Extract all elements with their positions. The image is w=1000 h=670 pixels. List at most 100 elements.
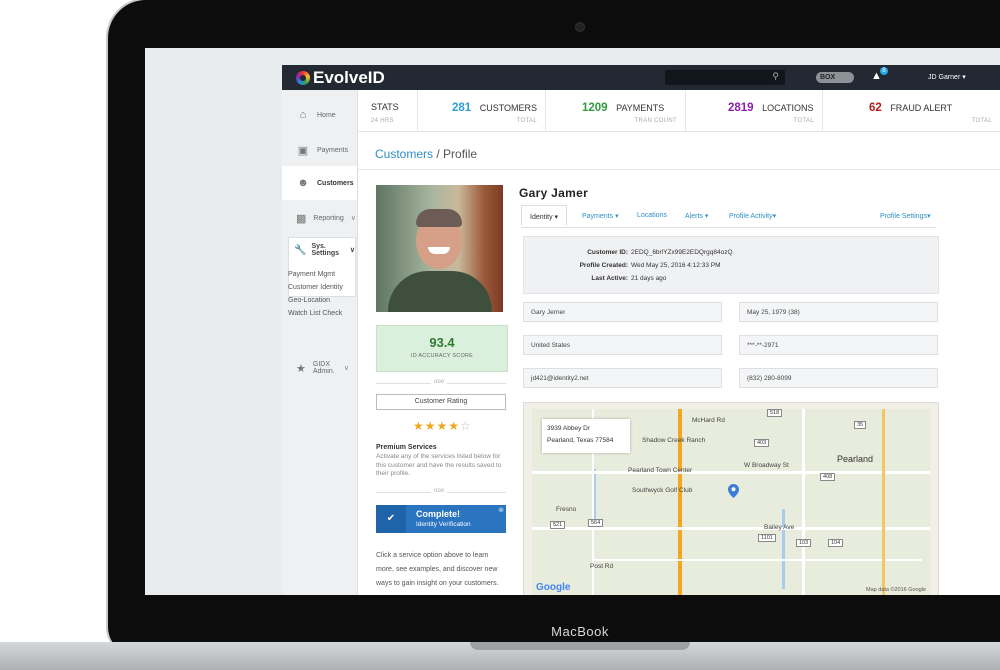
breadcrumb: Customers / Profile [375, 147, 477, 161]
logo[interactable]: EvolveID [296, 68, 385, 88]
chevron-down-icon: ▾ [962, 74, 966, 81]
map-label: Fresno [556, 506, 577, 513]
profile-photo [376, 185, 503, 312]
map-label: Southwyck Golf Club [632, 487, 693, 494]
main-content: Customers / Profile 93.4 ID ACCURACY SCO… [358, 132, 1000, 595]
breadcrumb-current: Profile [443, 147, 478, 161]
tab-profile-settings[interactable]: Profile Settings▾ [880, 212, 931, 220]
info-key: Last Active: [591, 275, 628, 282]
help-text: Click a service option above to learn mo… [376, 552, 499, 587]
info-key: Customer ID: [587, 249, 628, 256]
rating-stars[interactable]: ★★★★☆ [413, 419, 472, 433]
sys-settings-links: Payment Mgmt Customer Identity Geo-Locat… [282, 268, 357, 320]
stars-empty: ☆ [460, 419, 472, 433]
photo-smile [428, 247, 450, 254]
tab-identity[interactable]: Identity ▾ [521, 205, 568, 226]
premium-services-desc: Activate any of the services listed belo… [376, 453, 502, 477]
stat-locations-value: 2819 [728, 102, 754, 114]
map-label: W Broadway St [744, 462, 789, 469]
customer-rating-button[interactable]: Customer Rating [376, 394, 506, 410]
map-attribution[interactable]: Map data ©2016 Google [866, 587, 926, 593]
phone-field[interactable]: (832) 280-8099 [739, 368, 938, 388]
stats-sublabel: 24 HRS [371, 118, 394, 124]
map-highway [882, 409, 885, 595]
map-shield: 403 [754, 439, 770, 447]
map-shield: 408 [820, 473, 836, 481]
map-address-tooltip: 3939 Abbey Dr Pearland, Texas 77584 [542, 419, 630, 453]
stat-locations[interactable]: 2819 LOCATIONS TOTAL [686, 90, 823, 131]
sidebar-item-home[interactable]: ⌂ Home [282, 98, 357, 132]
stat-customers[interactable]: 281 CUSTOMERS TOTAL [418, 90, 546, 131]
search-input[interactable]: ⚲ [665, 70, 785, 85]
tab-locations[interactable]: Locations [637, 212, 667, 219]
box-toggle[interactable]: BOX [816, 72, 854, 83]
breadcrumb-customers[interactable]: Customers [375, 147, 433, 161]
sys-link-watch-list[interactable]: Watch List Check [282, 307, 357, 320]
email-field[interactable]: jd421@identity2.net [523, 368, 722, 388]
complete-subtitle: Identity Verification [416, 521, 471, 528]
stat-fraud-value: 62 [869, 102, 882, 114]
sys-settings-label: Sys. Settings [311, 243, 340, 257]
user-menu[interactable]: JD Garner ▾ [928, 73, 966, 81]
checkmark-icon: ✔ [376, 505, 406, 533]
map-shield: 564 [588, 519, 604, 527]
wrench-icon: 🔧 [294, 244, 307, 256]
close-icon[interactable]: ⊗ [498, 506, 504, 514]
country-field[interactable]: United States [523, 335, 722, 355]
divider [358, 169, 1000, 170]
score-label: ID ACCURACY SCORE [411, 353, 473, 359]
chevron-down-icon: ∨ [343, 365, 349, 372]
tooltip-city: Pearland, Texas 77584 [547, 437, 614, 444]
map-label: Pearland Town Center [628, 467, 693, 474]
stat-customers-sub: TOTAL [516, 118, 537, 124]
sys-settings-toggle[interactable]: 🔧 Sys. Settings ∨ [289, 238, 355, 257]
stat-locations-sub: TOTAL [793, 118, 814, 124]
map-shield: 104 [828, 539, 844, 547]
map-canvas[interactable]: Pearland Pearland Town Center Southwyck … [532, 409, 930, 595]
full-name-field[interactable]: Gary Jerner [523, 302, 722, 322]
sys-link-customer-identity[interactable]: Customer Identity [282, 281, 357, 294]
sys-link-payment-mgmt[interactable]: Payment Mgmt [282, 268, 357, 281]
logo-mark-icon [296, 71, 310, 85]
tab-profile-activity[interactable]: Profile Activity▾ [729, 212, 776, 220]
sys-link-geo-location[interactable]: Geo-Location [282, 294, 357, 307]
stat-fraud-label: FRAUD ALERT [890, 103, 953, 113]
stars-filled: ★★★★ [413, 419, 461, 433]
tab-payments[interactable]: Payments ▾ [582, 212, 619, 220]
divider: ooo [376, 379, 506, 385]
map-pin-icon[interactable] [728, 484, 739, 498]
map-label: Pearland [837, 454, 874, 464]
laptop-notch [470, 642, 690, 650]
sidebar-item-label: GIDX Admin. [312, 361, 335, 375]
map-shield: 521 [550, 521, 566, 529]
map-shield: 35 [854, 421, 867, 429]
dob-field[interactable]: May 25, 1979 (38) [739, 302, 938, 322]
map-water [782, 509, 785, 589]
stats-heading: STATS 24 HRS [358, 90, 418, 131]
alert-count-badge: 8 [880, 67, 888, 75]
map-shield: 1101 [758, 534, 776, 542]
ssn-field[interactable]: ***-**-2971 [739, 335, 938, 355]
sidebar-item-label: Payments [317, 146, 349, 154]
info-key: Profile Created: [579, 262, 628, 269]
sidebar-item-reporting[interactable]: ▩ Reporting ∨ [282, 201, 357, 235]
stat-payments-sub: TRAN COUNT [634, 118, 677, 124]
map-label: Bailey Ave [764, 524, 795, 531]
sidebar-item-label: Home [317, 111, 336, 119]
device-brand-label: MacBook [551, 624, 609, 639]
tab-alerts[interactable]: Alerts ▾ [685, 212, 708, 220]
stat-customers-label: CUSTOMERS [479, 103, 538, 113]
top-bar: EvolveID ⚲ BOX ▲ 8 JD Garner ▾ [282, 65, 1000, 90]
stat-payments[interactable]: 1209 PAYMENTS TRAN COUNT [546, 90, 686, 131]
bar-chart-icon: ▩ [296, 212, 307, 225]
map-label: McHard Rd [692, 417, 725, 424]
location-map[interactable]: Pearland Pearland Town Center Southwyck … [523, 402, 939, 595]
search-icon[interactable]: ⚲ [772, 71, 779, 82]
sidebar-item-customers[interactable]: ☻ Customers [282, 166, 357, 200]
sidebar-item-gidx-admin[interactable]: ★ GIDX Admin. ∨ [282, 351, 357, 385]
info-value: Wed May 25, 2016 4:12:33 PM [631, 262, 721, 269]
info-value: 2EDQ_6brlYZx99E2EDQrgq84ozQ [631, 249, 733, 256]
identity-verification-button[interactable]: ✔ Complete! Identity Verification ⊗ [376, 505, 506, 533]
sidebar-item-payments[interactable]: ▣ Payments [282, 133, 357, 167]
stat-fraud-alert[interactable]: 62 FRAUD ALERT TOTAL [823, 90, 1000, 131]
